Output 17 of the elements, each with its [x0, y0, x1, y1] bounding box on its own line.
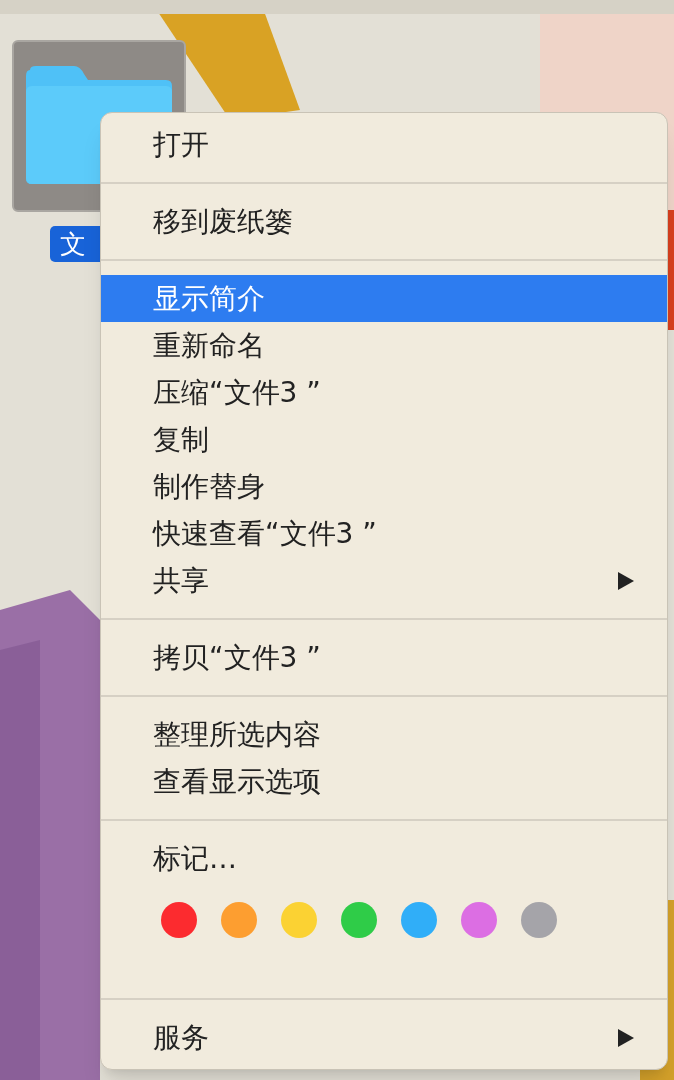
menu-item[interactable]: 制作替身	[101, 463, 667, 510]
menu-item[interactable]: 打开	[101, 121, 667, 168]
menu-item[interactable]: 共享	[101, 557, 667, 604]
menu-item[interactable]: 快速查看“文件3 ”	[101, 510, 667, 557]
menu-item[interactable]: 服务	[101, 1014, 667, 1061]
submenu-arrow-icon	[617, 570, 635, 591]
submenu-arrow-icon	[617, 1027, 635, 1048]
file-name: 文	[60, 231, 86, 257]
menu-item[interactable]: 压缩“文件3 ”	[101, 369, 667, 416]
menu-item[interactable]: 重新命名	[101, 322, 667, 369]
menu-item[interactable]: 显示简介	[101, 275, 667, 322]
menu-item[interactable]: 拷贝“文件3 ”	[101, 634, 667, 681]
menu-item[interactable]: 复制	[101, 416, 667, 463]
menu-item[interactable]: 移到废纸篓	[101, 198, 667, 245]
menu-item[interactable]: 标记…	[101, 835, 667, 882]
menu-item[interactable]: 查看显示选项	[101, 758, 667, 805]
menu-item[interactable]: 整理所选内容	[101, 711, 667, 758]
